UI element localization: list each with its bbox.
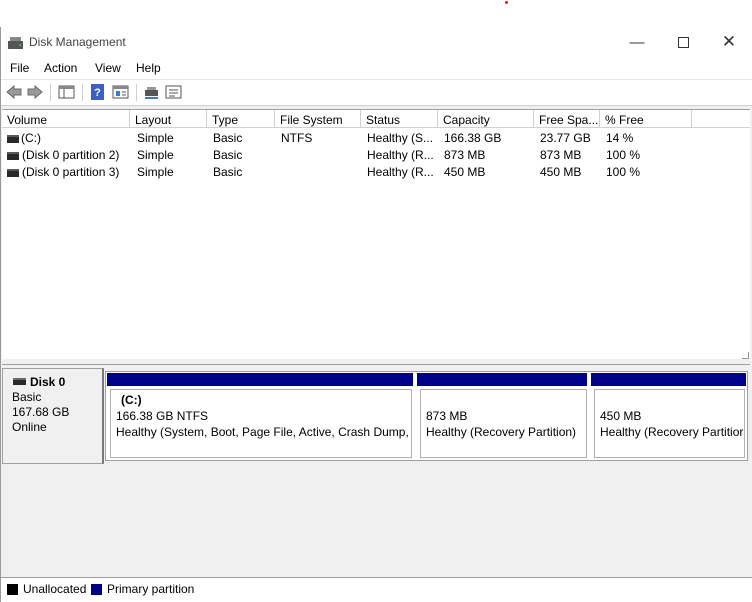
toolbar-separator [50, 84, 51, 101]
partition-c-size: 166.38 GB NTFS [116, 409, 209, 423]
table-row[interactable]: (C:) Simple Basic NTFS Healthy (S... 166… [2, 130, 750, 147]
cell-volume: (Disk 0 partition 2) [22, 148, 120, 162]
cell-percent-free: 14 % [606, 131, 634, 145]
volume-icon [7, 135, 19, 143]
cell-layout: Simple [137, 148, 174, 162]
partition-c-bar [107, 373, 413, 386]
disk-management-window: Disk Management — ✕ File Action View Hel… [0, 27, 752, 602]
primary-partition-swatch [91, 584, 102, 595]
background-window-strip [0, 0, 752, 28]
partition-2[interactable]: 873 MB Healthy (Recovery Partition) [420, 389, 587, 458]
maximize-button[interactable] [660, 27, 706, 57]
toolbar: ? [1, 80, 752, 106]
help-icon[interactable]: ? [90, 84, 105, 100]
cell-type: Basic [213, 148, 243, 162]
console-tree-icon[interactable] [58, 84, 75, 100]
disk-state: Online [12, 420, 47, 434]
column-header-status[interactable]: Status [361, 110, 438, 128]
title-bar: Disk Management — ✕ [1, 27, 752, 57]
toolbar-separator [136, 84, 137, 101]
partition-3-size: 450 MB [600, 409, 642, 423]
partition-2-size: 873 MB [426, 409, 468, 423]
column-header-layout[interactable]: Layout [130, 110, 207, 128]
column-header-filler [692, 110, 750, 128]
svg-text:?: ? [94, 87, 101, 99]
maximize-icon [677, 36, 689, 48]
cell-volume: (C:) [21, 131, 41, 145]
unallocated-swatch [7, 584, 18, 595]
list-view-icon[interactable] [165, 84, 182, 100]
disk-icon[interactable] [143, 84, 160, 100]
partition-3-status: Healthy (Recovery Partitior [600, 425, 744, 439]
cell-type: Basic [213, 131, 243, 145]
toolbar-separator [82, 84, 83, 101]
volume-icon [7, 169, 19, 177]
cell-capacity: 166.38 GB [444, 131, 502, 145]
cell-layout: Simple [137, 131, 174, 145]
back-arrow-icon[interactable] [5, 84, 23, 100]
column-header-capacity[interactable]: Capacity [438, 110, 534, 128]
partition-area: (C:) 166.38 GB NTFS Healthy (System, Boo… [105, 371, 748, 461]
menu-file[interactable]: File [10, 61, 29, 75]
disk-name: Disk 0 [30, 375, 66, 389]
table-row[interactable]: (Disk 0 partition 3) Simple Basic Health… [2, 164, 750, 181]
window-title: Disk Management [29, 35, 126, 49]
legend-bar: Unallocated Primary partition [1, 577, 752, 602]
disk-icon [13, 378, 26, 385]
cell-capacity: 450 MB [444, 165, 486, 179]
cell-layout: Simple [137, 165, 174, 179]
partition-c[interactable]: (C:) 166.38 GB NTFS Healthy (System, Boo… [110, 389, 412, 458]
partition-2-bar [417, 373, 587, 386]
partition-c-status: Healthy (System, Boot, Page File, Active… [116, 425, 412, 439]
disk-size: 167.68 GB [12, 405, 70, 419]
cell-free-space: 873 MB [540, 148, 582, 162]
volume-list: Volume Layout Type File System Status Ca… [2, 109, 750, 361]
forward-arrow-icon[interactable] [26, 84, 44, 100]
cell-type: Basic [213, 165, 243, 179]
cell-percent-free: 100 % [606, 165, 641, 179]
partition-c-name: (C:) [121, 393, 142, 407]
close-button[interactable]: ✕ [706, 27, 752, 57]
menu-view[interactable]: View [95, 61, 121, 75]
legend-unallocated: Unallocated [23, 582, 87, 596]
minimize-icon: — [629, 33, 645, 51]
legend-primary-partition: Primary partition [107, 582, 195, 596]
menu-action[interactable]: Action [44, 61, 77, 75]
cell-file-system: NTFS [281, 131, 313, 145]
table-row[interactable]: (Disk 0 partition 2) Simple Basic Health… [2, 147, 750, 164]
menu-help[interactable]: Help [136, 61, 161, 75]
notification-dot [505, 1, 508, 4]
partition-3-bar [591, 373, 746, 386]
column-header-file-system[interactable]: File System [275, 110, 361, 128]
cell-status: Healthy (R... [367, 148, 434, 162]
cell-free-space: 23.77 GB [540, 131, 591, 145]
disk-graphical-view: Disk 0 Basic 167.68 GB Online (C:) 166.3… [2, 365, 750, 577]
cell-free-space: 450 MB [540, 165, 582, 179]
properties-icon[interactable] [112, 84, 129, 100]
resize-grip[interactable] [742, 352, 749, 359]
disk-type: Basic [12, 390, 42, 404]
cell-status: Healthy (R... [367, 165, 434, 179]
cell-volume: (Disk 0 partition 3) [22, 165, 120, 179]
minimize-button[interactable]: — [614, 27, 660, 57]
column-header-volume[interactable]: Volume [2, 110, 130, 128]
disk-0-label[interactable]: Disk 0 Basic 167.68 GB Online [2, 368, 104, 464]
cell-capacity: 873 MB [444, 148, 486, 162]
cell-status: Healthy (S... [367, 131, 434, 145]
partition-2-status: Healthy (Recovery Partition) [426, 425, 577, 439]
close-icon: ✕ [721, 32, 737, 51]
volume-icon [7, 152, 19, 160]
disk-management-app-icon [8, 37, 23, 49]
column-header-percent-free[interactable]: % Free [600, 110, 692, 128]
menu-bar: File Action View Help [1, 57, 752, 80]
partition-3[interactable]: 450 MB Healthy (Recovery Partitior [594, 389, 745, 458]
cell-percent-free: 100 % [606, 148, 641, 162]
column-header-free-space[interactable]: Free Spa... [534, 110, 600, 128]
column-header-type[interactable]: Type [207, 110, 275, 128]
